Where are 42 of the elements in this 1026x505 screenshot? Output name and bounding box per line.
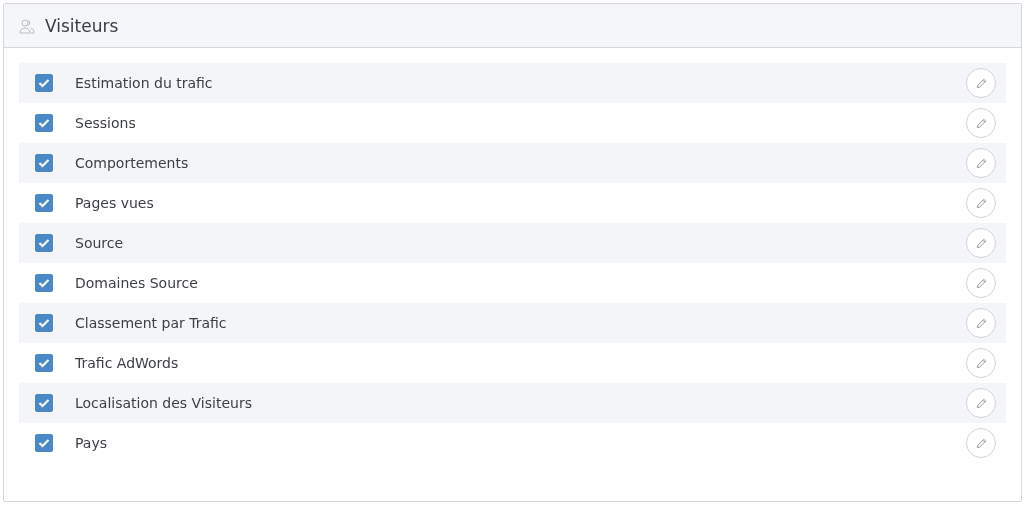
panel-title: Visiteurs (45, 15, 119, 36)
users-icon (19, 17, 35, 34)
checkmark-icon (38, 278, 50, 288)
checkbox[interactable] (35, 114, 53, 132)
checkbox[interactable] (35, 234, 53, 252)
checkmark-icon (38, 358, 50, 368)
pencil-icon (975, 437, 987, 449)
checkmark-icon (38, 238, 50, 248)
checkmark-icon (38, 318, 50, 328)
checkbox[interactable] (35, 394, 53, 412)
item-label: Classement par Trafic (75, 315, 228, 331)
item-label: Sessions (75, 115, 137, 131)
checkmark-icon (38, 198, 50, 208)
pencil-icon (975, 357, 987, 369)
checkmark-icon (38, 118, 50, 128)
item-label: Comportements (75, 155, 190, 171)
pencil-icon (975, 117, 987, 129)
item-label: Estimation du trafic (75, 75, 214, 91)
pencil-icon (975, 317, 987, 329)
pencil-icon (975, 277, 987, 289)
item-label: Domaines Source (75, 275, 199, 291)
checkbox[interactable] (35, 154, 53, 172)
item-label: Pays (75, 435, 108, 451)
item-label: Trafic AdWords (75, 355, 180, 371)
checkbox[interactable] (35, 194, 53, 212)
item-label: Source (75, 235, 125, 251)
pencil-icon (975, 397, 987, 409)
checkmark-icon (38, 398, 50, 408)
pencil-icon (975, 157, 987, 169)
checkmark-icon (38, 438, 50, 448)
checkbox[interactable] (35, 74, 53, 92)
checkmark-icon (38, 78, 50, 88)
checkmark-icon (38, 158, 50, 168)
item-label: Localisation des Visiteurs (75, 395, 253, 411)
item-label: Pages vues (75, 195, 155, 211)
checkbox[interactable] (35, 274, 53, 292)
checkbox[interactable] (35, 314, 53, 332)
checkbox[interactable] (35, 354, 53, 372)
checkbox[interactable] (35, 434, 53, 452)
pencil-icon (975, 77, 987, 89)
pencil-icon (975, 197, 987, 209)
pencil-icon (975, 237, 987, 249)
